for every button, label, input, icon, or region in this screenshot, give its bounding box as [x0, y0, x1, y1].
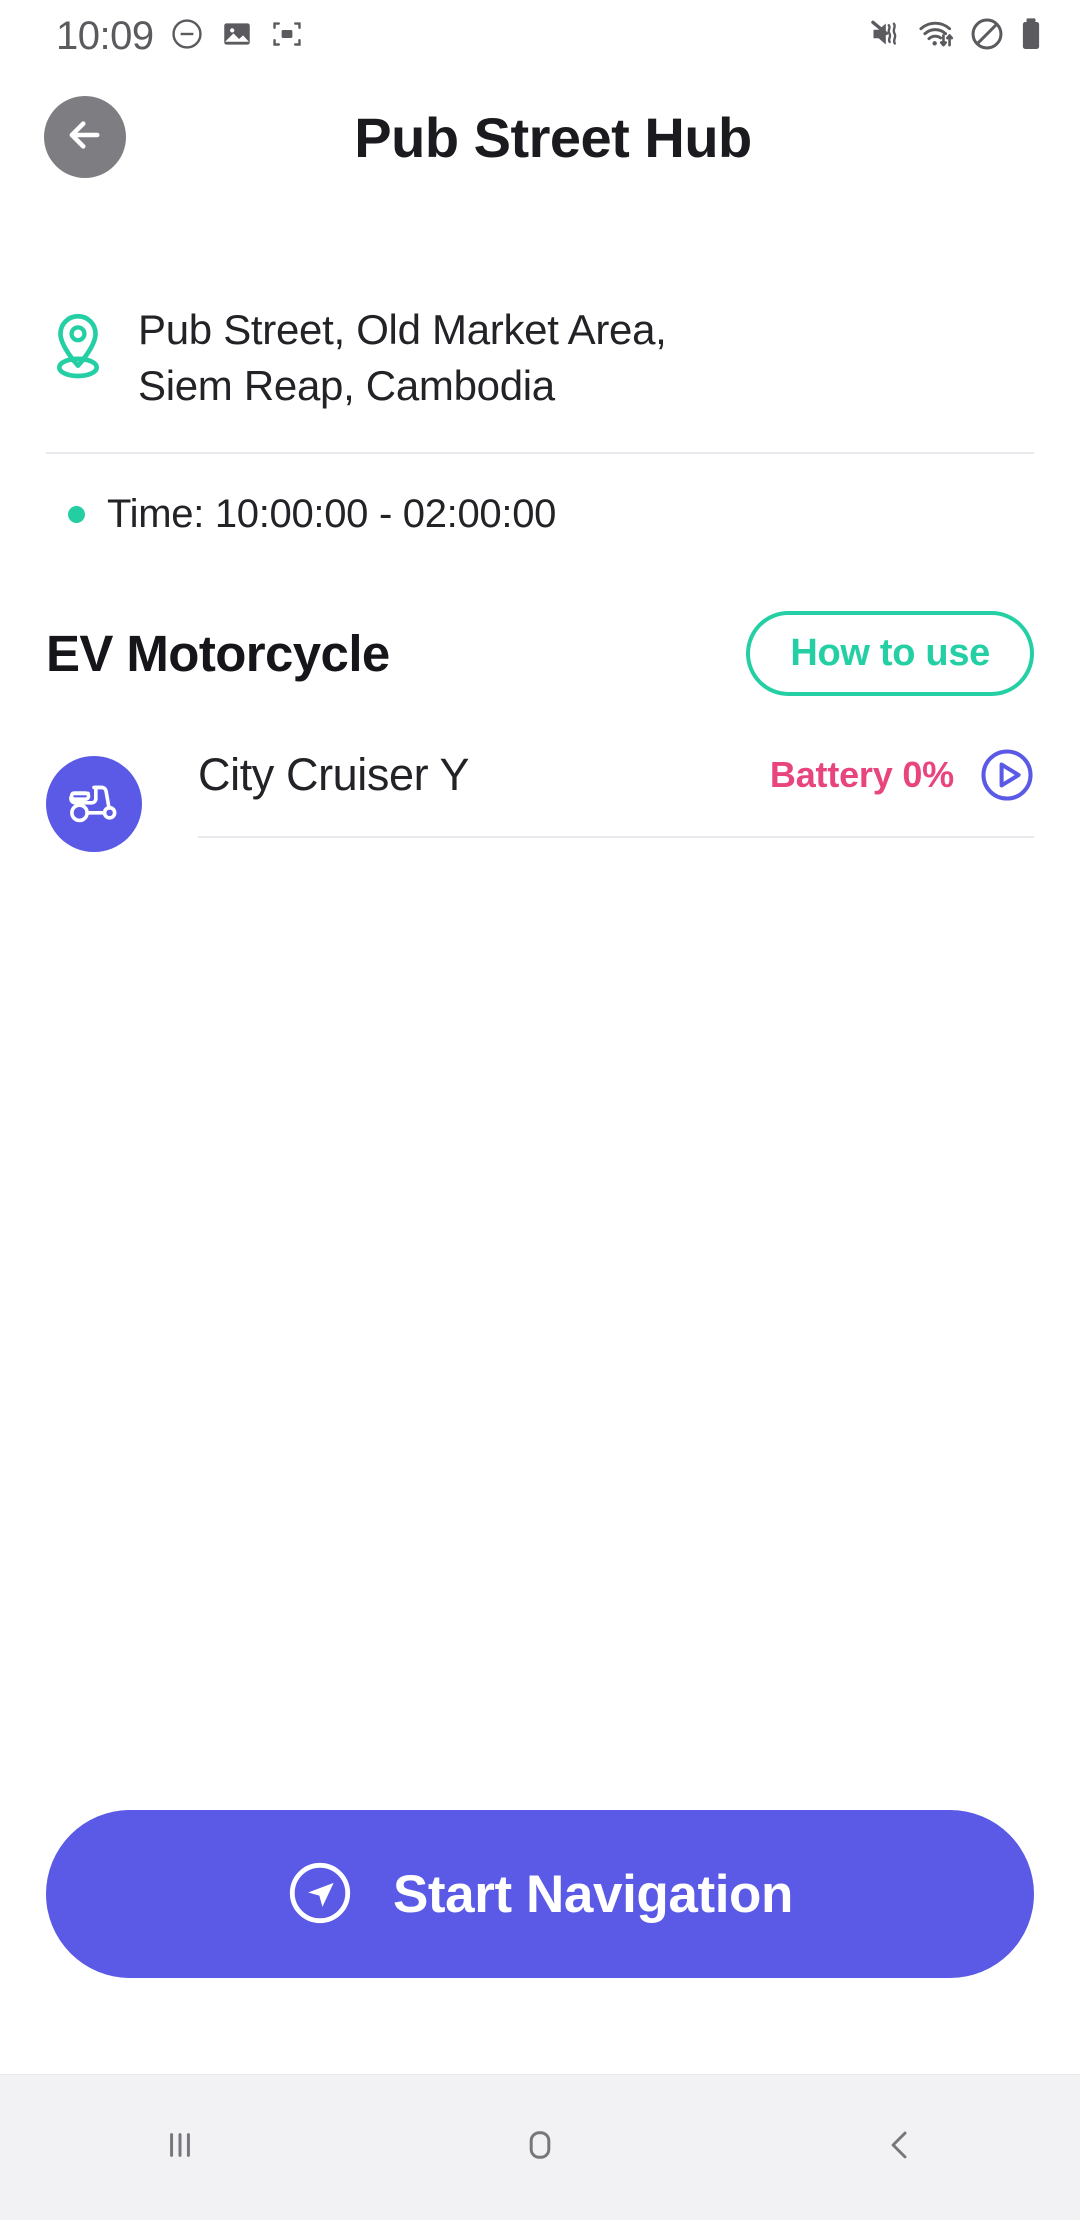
battery-status-text: Battery 0% [769, 753, 954, 795]
bullet-dot-icon [68, 505, 85, 523]
scooter-icon [65, 772, 123, 835]
status-bar: 10:09 [0, 0, 1080, 72]
main-content: Pub Street, Old Market Area, Siem Reap, … [0, 202, 1080, 1810]
operating-hours-row: Time: 10:00:00 - 02:00:00 [46, 454, 1034, 537]
wifi-transfer-icon [918, 16, 956, 57]
image-icon [220, 17, 254, 56]
vehicle-name: City Cruiser Y [198, 748, 470, 800]
vehicle-avatar [46, 755, 142, 852]
system-navigation-bar [0, 2074, 1080, 2220]
operating-hours-text: Time: 10:00:00 - 02:00:00 [107, 491, 557, 536]
cta-container: Start Navigation [0, 1810, 1080, 2074]
mute-vibrate-icon [869, 16, 905, 57]
address-text: Pub Street, Old Market Area, Siem Reap, … [138, 306, 667, 409]
vehicle-row-divider [198, 835, 1034, 838]
status-bar-clock: 10:09 [56, 13, 154, 58]
start-navigation-button[interactable]: Start Navigation [46, 1810, 1034, 1978]
vehicle-list-item[interactable]: City Cruiser Y Battery 0% [46, 696, 1034, 852]
battery-icon [1018, 16, 1044, 57]
app-header: Pub Street Hub [0, 72, 1080, 202]
address-row: Pub Street, Old Market Area, Siem Reap, … [46, 202, 1034, 414]
start-navigation-label: Start Navigation [392, 1864, 793, 1924]
screenshot-crop-icon [270, 17, 304, 56]
how-to-use-button[interactable]: How to use [746, 610, 1034, 696]
back-button[interactable] [44, 96, 126, 178]
section-title: EV Motorcycle [46, 624, 390, 682]
arrow-left-icon [64, 114, 106, 161]
status-bar-left: 10:09 [56, 14, 304, 59]
home-icon [517, 2122, 563, 2173]
map-pin-icon [46, 302, 110, 389]
vehicle-status-group: Battery 0% [770, 748, 1034, 802]
recents-icon [157, 2122, 203, 2173]
vehicle-section-header: EV Motorcycle How to use [46, 537, 1034, 696]
status-bar-right [869, 16, 1044, 57]
recents-button[interactable] [90, 2075, 270, 2220]
back-icon [877, 2122, 923, 2173]
do-not-disturb-icon [969, 16, 1005, 57]
vehicle-row: City Cruiser Y Battery 0% [198, 748, 1034, 836]
navigation-arrow-icon [287, 1860, 353, 1929]
app-screen: 10:09 Pub Street Hub Pub Street, Old Mar… [0, 0, 1080, 2220]
minus-circle-icon [170, 17, 204, 56]
play-circle-icon[interactable] [980, 748, 1034, 802]
back-button-nav[interactable] [810, 2075, 990, 2220]
page-title: Pub Street Hub [354, 105, 752, 169]
home-button[interactable] [450, 2075, 630, 2220]
vehicle-details: City Cruiser Y Battery 0% [198, 748, 1034, 838]
